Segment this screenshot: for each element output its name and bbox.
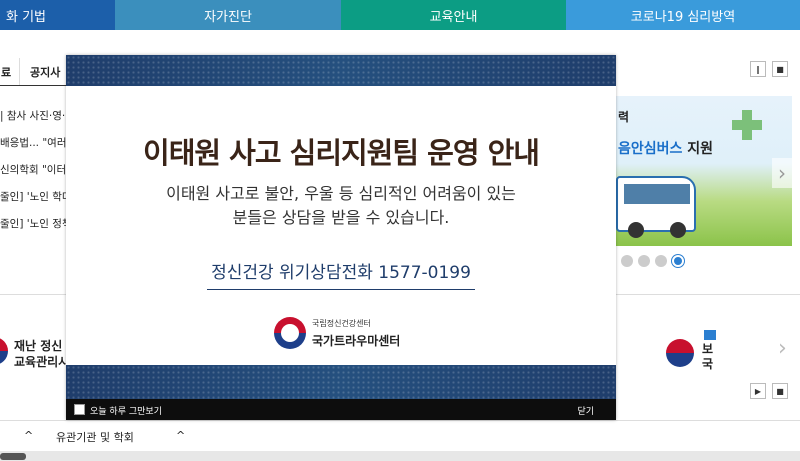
pagination-dot[interactable] (621, 255, 633, 267)
board-list: | 참사 사진·영· 배응법... "여러 신의학회 "이터 줄인] '노인 학… (0, 108, 72, 243)
crisis-hotline: 정신건강 위기상담전화 1577-0199 (207, 258, 475, 290)
footer-links-bar: ^ 유관기관 및 학회 ^ (0, 420, 800, 450)
notice-popup: 이태원 사고 심리지원팀 운영 안내 이태원 사고로 불안, 우울 등 심리적인… (66, 55, 616, 420)
banner-pagination (621, 255, 684, 267)
stop-icon[interactable]: ■ (772, 61, 788, 77)
horizontal-scrollbar[interactable] (0, 451, 800, 461)
popup-title: 이태원 사고 심리지원팀 운영 안내 (143, 136, 540, 170)
popup-bottom-band (66, 365, 616, 399)
partner-next-arrow-icon[interactable]: › (778, 336, 787, 361)
nav-tab-self-diagnosis[interactable]: 자가진단 (115, 0, 341, 30)
hospital-cross-icon (732, 110, 762, 140)
partner-name-line2: 교육관리시 (14, 355, 70, 369)
trauma-center-logo-icon (274, 317, 306, 349)
list-item[interactable]: 줄인] '노인 학대 (0, 189, 72, 216)
popup-footer: 오늘 하루 그만보기 닫기 (66, 399, 616, 420)
stop-icon[interactable]: ■ (772, 383, 788, 399)
partner-name-line1: 재난 정신 (14, 339, 63, 353)
board-tab-notice[interactable]: 공지사 (20, 58, 70, 85)
popup-top-band (66, 55, 616, 86)
promo-banner[interactable]: 력 음안심버스 지원 (616, 96, 792, 246)
partner-logo-right[interactable]: 보 국 (702, 330, 713, 372)
board-tabs: 료 공지사 (0, 58, 70, 86)
nav-tab-education[interactable]: 교육안내 (341, 0, 566, 30)
pagination-dot[interactable] (655, 255, 667, 267)
gov-emblem-icon (666, 339, 694, 367)
list-item[interactable]: 신의학회 "이터 (0, 162, 72, 189)
list-item[interactable]: 줄인] '노인 정책 (0, 216, 72, 243)
nav-tab-covid19[interactable]: 코로나19 심리방역 (566, 0, 800, 30)
pagination-dot-active[interactable] (672, 255, 684, 267)
org-parent-name: 국립정신건강센터 (312, 319, 371, 328)
chevron-up-icon[interactable]: ^ (176, 429, 185, 442)
popup-description: 이태원 사고로 불안, 우울 등 심리적인 어려움이 있는 분들은 상담을 받을… (166, 184, 516, 227)
nav-tab-techniques[interactable]: 화 기법 (0, 0, 115, 30)
scrollbar-thumb[interactable] (0, 453, 26, 460)
play-icon[interactable]: ▶ (750, 383, 766, 399)
list-item[interactable]: | 참사 사진·영· (0, 108, 72, 135)
banner-text: 력 (618, 110, 630, 124)
related-organizations-select[interactable]: 유관기관 및 학회 (56, 429, 134, 445)
pause-icon[interactable]: ‖ (750, 61, 766, 77)
chevron-up-icon[interactable]: ^ (24, 429, 33, 442)
pagination-dot[interactable] (638, 255, 650, 267)
banner-headline: 음안심버스 지원 (618, 141, 714, 157)
gov-emblem-icon (0, 337, 8, 365)
popup-close-button[interactable]: 닫기 (577, 404, 594, 417)
board-tab-data[interactable]: 료 (0, 58, 20, 85)
org-name: 국가트라우마센터 (312, 334, 401, 348)
list-item[interactable]: 배응법... "여러 (0, 135, 72, 162)
bus-icon (616, 176, 696, 238)
top-navigation: 화 기법 자가진단 교육안내 코로나19 심리방역 (0, 0, 800, 30)
dont-show-today-checkbox[interactable] (74, 404, 85, 415)
banner-next-arrow-icon[interactable]: › (772, 158, 792, 188)
dont-show-today-label[interactable]: 오늘 하루 그만보기 (90, 404, 162, 417)
